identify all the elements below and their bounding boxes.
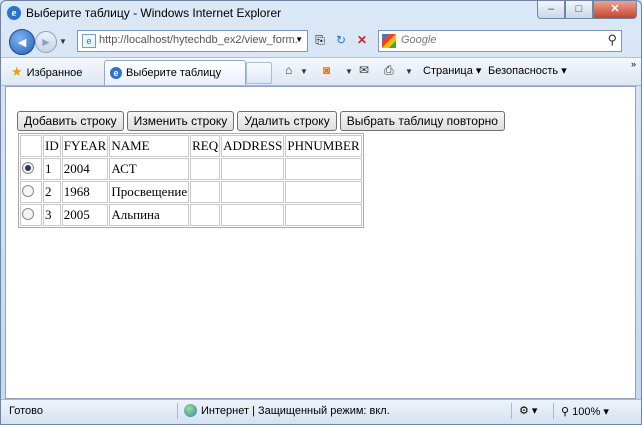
row-radio-selected[interactable] <box>22 162 34 174</box>
address-input[interactable]: http://localhost/hytechdb_ex2/view_form. <box>99 34 298 46</box>
status-divider <box>177 403 178 419</box>
zoom-control[interactable]: ⚲ 100% ▾ <box>561 405 609 418</box>
zoom-level: 100% <box>572 406 601 418</box>
status-divider <box>511 403 512 419</box>
row-radio[interactable] <box>22 208 34 220</box>
window-controls: – □ ✕ <box>537 1 637 19</box>
favorites-label: Избранное <box>26 67 83 79</box>
cell-id: 3 <box>43 204 61 226</box>
edit-row-button[interactable]: Изменить строку <box>126 111 235 131</box>
row-select-cell <box>20 204 42 226</box>
rss-dropdown-icon[interactable]: ▼ <box>345 67 353 76</box>
ie-logo-icon: e <box>7 6 21 20</box>
more-tools-chevron[interactable]: » <box>631 59 636 69</box>
back-button[interactable]: ◄ <box>9 29 35 55</box>
cell-name: Просвещение <box>109 181 190 203</box>
security-zone[interactable]: Интернет | Защищенный режим: вкл. <box>184 404 390 417</box>
cell-phnumber <box>285 181 362 203</box>
page-menu-label: Страница <box>423 65 473 77</box>
cell-phnumber <box>285 204 362 226</box>
home-icon[interactable]: ⌂ <box>285 63 292 77</box>
cell-req <box>190 181 221 203</box>
navigation-bar: ◄ ► ▼ e http://localhost/hytechdb_ex2/vi… <box>1 26 641 56</box>
new-tab-button[interactable] <box>246 62 272 84</box>
delete-row-button[interactable]: Удалить строку <box>237 111 337 131</box>
globe-icon <box>184 404 197 417</box>
page-menu[interactable]: Страница ▾ <box>423 64 481 77</box>
row-select-cell <box>20 158 42 180</box>
magnifier-icon[interactable]: ⚲ <box>607 32 617 48</box>
favorites-button[interactable]: ★ Избранное <box>11 64 82 80</box>
cell-fyear: 2004 <box>61 158 109 180</box>
maximize-button[interactable]: □ <box>565 1 593 19</box>
data-table: ID FYEAR NAME REQ ADDRESS PHNUMBER 1 200… <box>18 133 364 228</box>
window-title: Выберите таблицу - Windows Internet Expl… <box>26 6 282 20</box>
favorites-bar: ★ Избранное e Выберите таблицу ⌂ ▼ ◙ ▼ ✉ … <box>1 57 641 86</box>
favorites-star-icon: ★ <box>11 64 23 79</box>
cell-fyear: 1968 <box>61 181 109 203</box>
print-dropdown-icon[interactable]: ▼ <box>405 67 413 76</box>
table-row: 2 1968 Просвещение <box>20 181 362 203</box>
browser-window: e Выберите таблицу - Windows Internet Ex… <box>0 0 642 425</box>
search-input[interactable]: Google <box>401 34 436 46</box>
address-dropdown-icon[interactable]: ▼ <box>295 35 303 44</box>
google-logo-icon <box>382 34 396 48</box>
table-header-row: ID FYEAR NAME REQ ADDRESS PHNUMBER <box>20 135 362 157</box>
safety-menu-label: Безопасность <box>488 65 559 77</box>
cell-address <box>221 204 285 226</box>
forward-button[interactable]: ► <box>35 31 57 53</box>
title-bar: e Выберите таблицу - Windows Internet Ex… <box>1 1 641 26</box>
cell-name: Альпина <box>109 204 190 226</box>
cell-id: 1 <box>43 158 61 180</box>
page-content: Добавить строку Изменить строку Удалить … <box>5 86 636 399</box>
close-button[interactable]: ✕ <box>593 1 637 19</box>
column-header-select <box>20 135 42 157</box>
tab-current[interactable]: e Выберите таблицу <box>104 60 246 85</box>
add-row-button[interactable]: Добавить строку <box>17 111 124 131</box>
row-select-cell <box>20 181 42 203</box>
mail-icon[interactable]: ✉ <box>359 63 369 77</box>
cell-address <box>221 181 285 203</box>
table-row: 3 2005 Альпина <box>20 204 362 226</box>
column-header-address: ADDRESS <box>221 135 285 157</box>
zoom-magnifier-icon: ⚲ <box>561 406 570 418</box>
cell-id: 2 <box>43 181 61 203</box>
page-icon: e <box>82 34 96 48</box>
column-header-id: ID <box>43 135 61 157</box>
recent-pages-dropdown-icon[interactable]: ▼ <box>59 37 67 46</box>
compatibility-icon[interactable]: ⎘ <box>311 30 329 50</box>
cell-fyear: 2005 <box>61 204 109 226</box>
popup-tools-icon[interactable]: ⚙ ▾ <box>519 404 537 417</box>
cell-req <box>190 158 221 180</box>
refresh-icon[interactable]: ↻ <box>332 30 350 50</box>
home-dropdown-icon[interactable]: ▼ <box>300 67 308 76</box>
address-bar[interactable]: e http://localhost/hytechdb_ex2/view_for… <box>77 30 308 52</box>
status-divider <box>553 403 554 419</box>
cell-req <box>190 204 221 226</box>
safety-menu[interactable]: Безопасность ▾ <box>488 64 567 77</box>
status-text: Готово <box>9 405 43 417</box>
rss-icon[interactable]: ◙ <box>323 63 330 77</box>
minimize-button[interactable]: – <box>537 1 565 19</box>
cell-address <box>221 158 285 180</box>
cell-phnumber <box>285 158 362 180</box>
action-buttons: Добавить строку Изменить строку Удалить … <box>17 111 505 131</box>
column-header-fyear: FYEAR <box>61 135 109 157</box>
cell-name: АСТ <box>109 158 190 180</box>
search-box[interactable]: Google ⚲ <box>378 30 622 52</box>
table-row: 1 2004 АСТ <box>20 158 362 180</box>
stop-icon[interactable]: ✕ <box>353 30 371 50</box>
row-radio[interactable] <box>22 185 34 197</box>
column-header-req: REQ <box>190 135 221 157</box>
print-icon[interactable]: ⎙ <box>384 63 394 78</box>
tab-ie-icon: e <box>110 67 122 79</box>
security-zone-label: Интернет | Защищенный режим: вкл. <box>201 405 390 417</box>
column-header-phnumber: PHNUMBER <box>285 135 362 157</box>
tab-title: Выберите таблицу <box>126 67 222 79</box>
column-header-name: NAME <box>109 135 190 157</box>
status-bar: Готово Интернет | Защищенный режим: вкл.… <box>1 399 641 424</box>
reselect-table-button[interactable]: Выбрать таблицу повторно <box>339 111 505 131</box>
